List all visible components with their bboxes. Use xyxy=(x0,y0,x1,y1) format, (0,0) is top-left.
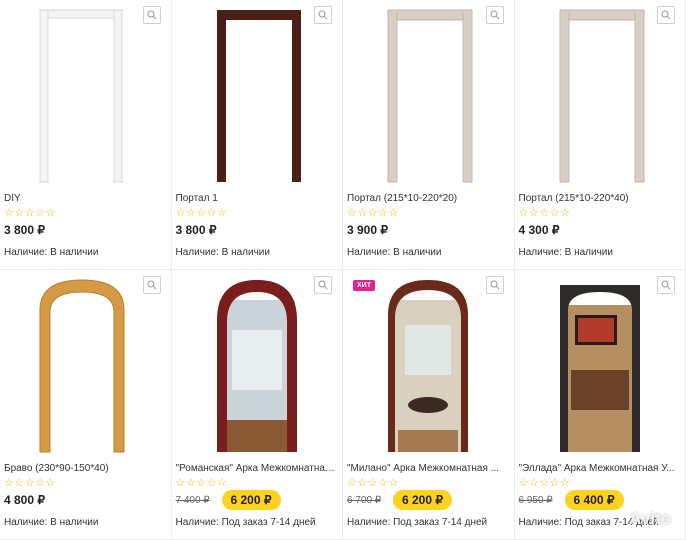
product-image[interactable] xyxy=(515,0,686,190)
product-title[interactable]: Портал (215*10-220*20) xyxy=(347,193,507,204)
zoom-icon[interactable] xyxy=(142,276,161,294)
zoom-icon[interactable] xyxy=(314,6,332,24)
availability-text: Наличие: В наличии xyxy=(4,247,99,258)
product-title[interactable]: "Милано" Арка Межкомнатная ... xyxy=(347,463,507,474)
rating-stars: ☆☆☆☆☆ xyxy=(518,207,571,219)
old-price: 6 950 ₽ xyxy=(518,495,553,506)
product-price: 4 300 ₽ xyxy=(518,223,560,237)
sale-price-badge: 6 200 ₽ xyxy=(393,490,452,510)
rating-stars: ☆☆☆☆☆ xyxy=(175,477,228,489)
sale-price-badge: 6 200 ₽ xyxy=(221,490,281,510)
zoom-icon[interactable] xyxy=(485,276,504,294)
product-image[interactable] xyxy=(172,270,343,460)
product-image[interactable] xyxy=(0,0,171,190)
product-price: 3 800 ₽ xyxy=(4,223,45,237)
rating-stars: ☆☆☆☆☆ xyxy=(4,207,56,219)
availability-text: Наличие: В наличии xyxy=(518,247,613,258)
product-image[interactable] xyxy=(343,270,514,460)
rating-stars: ☆☆☆☆☆ xyxy=(518,477,571,489)
availability-text: Наличие: Под заказ 7-14 дней xyxy=(175,517,316,528)
zoom-icon[interactable] xyxy=(142,6,161,24)
hit-badge: ХИТ xyxy=(353,280,375,291)
rating-stars: ☆☆☆☆☆ xyxy=(347,477,399,489)
product-card[interactable]: Портал (215*10-220*20) ☆☆☆☆☆ 3 900 ₽ Нал… xyxy=(343,0,515,270)
product-image[interactable] xyxy=(0,270,171,460)
sale-price-badge: 6 400 ₽ xyxy=(564,490,624,510)
avito-watermark: Avito xyxy=(629,509,671,528)
rating-stars: ☆☆☆☆☆ xyxy=(4,477,56,489)
old-price: 6 700 ₽ xyxy=(347,495,382,506)
zoom-icon[interactable] xyxy=(485,6,504,24)
product-title[interactable]: Портал (215*10-220*40) xyxy=(519,193,679,204)
product-title[interactable]: "Эллада" Арка Межкомнатная У... xyxy=(519,463,679,474)
availability-text: Наличие: В наличии xyxy=(347,247,442,258)
product-card[interactable]: Браво (230*90-150*40) ☆☆☆☆☆ 4 800 ₽ Нали… xyxy=(0,270,172,540)
product-image[interactable] xyxy=(172,0,343,190)
product-price: 3 900 ₽ xyxy=(347,223,388,237)
availability-text: Наличие: В наличии xyxy=(4,517,99,528)
product-title[interactable]: DIY xyxy=(4,193,164,204)
product-card[interactable]: ХИТ "Милано" Арка Межкомнатная ... ☆☆☆☆☆… xyxy=(343,270,515,540)
product-image[interactable] xyxy=(515,270,686,460)
product-title[interactable]: Портал 1 xyxy=(176,193,336,204)
product-title[interactable]: "Романская" Арка Межкомнатная ... xyxy=(176,463,336,474)
product-grid: DIY ☆☆☆☆☆ 3 800 ₽ Наличие: В наличии Пор… xyxy=(0,0,686,540)
product-card[interactable]: Портал 1 ☆☆☆☆☆ 3 800 ₽ Наличие: В наличи… xyxy=(171,0,343,270)
availability-text: Наличие: Под заказ 7-14 дней xyxy=(347,517,488,528)
product-card[interactable]: "Эллада" Арка Межкомнатная У... ☆☆☆☆☆ 6 … xyxy=(514,270,686,540)
zoom-icon[interactable] xyxy=(657,276,675,294)
product-image[interactable] xyxy=(343,0,514,190)
product-price: 4 800 ₽ xyxy=(4,493,45,507)
rating-stars: ☆☆☆☆☆ xyxy=(175,207,228,219)
product-card[interactable]: Портал (215*10-220*40) ☆☆☆☆☆ 4 300 ₽ Нал… xyxy=(514,0,686,270)
availability-text: Наличие: В наличии xyxy=(175,247,270,258)
old-price: 7 400 ₽ xyxy=(175,495,210,506)
product-price: 3 800 ₽ xyxy=(175,223,217,237)
product-card[interactable]: "Романская" Арка Межкомнатная ... ☆☆☆☆☆ … xyxy=(171,270,343,540)
product-card[interactable]: DIY ☆☆☆☆☆ 3 800 ₽ Наличие: В наличии xyxy=(0,0,172,270)
product-title[interactable]: Браво (230*90-150*40) xyxy=(4,463,164,474)
rating-stars: ☆☆☆☆☆ xyxy=(347,207,399,219)
zoom-icon[interactable] xyxy=(657,6,675,24)
zoom-icon[interactable] xyxy=(314,276,332,294)
